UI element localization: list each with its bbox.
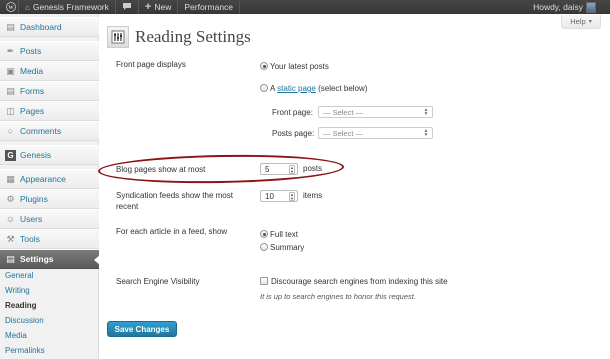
sidebar-item-appearance[interactable]: ▦ Appearance (0, 169, 99, 189)
comment-bubble-icon (122, 2, 132, 13)
submenu-writing[interactable]: Writing (5, 286, 30, 295)
site-name-link[interactable]: ⌂ Genesis Framework (19, 0, 115, 14)
select-arrows-icon: ▲ ▼ (423, 128, 429, 138)
sidebar-item-dashboard[interactable]: ▤ Dashboard (0, 17, 99, 37)
submenu-media[interactable]: Media (5, 331, 27, 340)
admin-sidebar: ▤ Dashboard ✒ Posts ▣ Media ▤ Forms ◫ Pages ○… (0, 14, 100, 359)
sidebar-item-plugins[interactable]: ⚙ Plugins (0, 189, 99, 209)
submenu-discussion[interactable]: Discussion (5, 316, 44, 325)
genesis-icon: G (5, 149, 16, 161)
radio-summary-label: Summary (270, 243, 305, 252)
avatar (586, 1, 596, 13)
comments-link[interactable] (116, 0, 138, 14)
plus-icon: + (144, 1, 152, 13)
sidebar-item-users[interactable]: ☺ Users (0, 209, 99, 229)
media-icon: ▣ (6, 65, 15, 76)
select-value: — Select — (323, 107, 364, 117)
radio-latest-posts-label: Your latest posts (270, 62, 329, 71)
radio-full-text[interactable] (260, 230, 268, 238)
front-page-select[interactable]: — Select — ▲ ▼ (318, 106, 433, 118)
sidebar-item-label: Dashboard (20, 22, 62, 32)
howdy-label: Howdy, daisy (533, 2, 583, 12)
sidebar-item-genesis[interactable]: G Genesis (0, 145, 99, 165)
syndication-label: Syndication feeds show the most recent (116, 191, 233, 211)
help-tab[interactable]: Help ▾ (561, 15, 601, 29)
discourage-search-checkbox[interactable] (260, 277, 268, 285)
dashboard-icon: ▤ (6, 21, 15, 32)
select-arrows-icon: ▲ ▼ (423, 107, 429, 117)
radio-latest-posts[interactable] (260, 62, 268, 70)
sidebar-item-label: Genesis (20, 150, 52, 160)
tools-icon: ⚒ (6, 233, 15, 244)
front-page-select-label: Front page: (272, 108, 313, 117)
sidebar-item-label: Tools (20, 234, 40, 244)
highlight-annotation (97, 152, 345, 186)
submenu-permalinks[interactable]: Permalinks (5, 346, 45, 355)
settings-icon: ▤ (6, 253, 15, 264)
feed-article-label: For each article in a feed, show (116, 227, 228, 236)
site-name-label: Genesis Framework (32, 2, 109, 12)
forms-icon: ▤ (6, 85, 15, 96)
users-icon: ☺ (5, 214, 16, 224)
sidebar-item-label: Settings (20, 254, 54, 264)
search-visibility-hint: It is up to search engines to honor this… (260, 292, 416, 301)
sidebar-item-media[interactable]: ▣ Media (0, 61, 99, 81)
radio-full-text-label: Full text (270, 230, 299, 239)
sidebar-item-comments[interactable]: ○ Comments (0, 121, 99, 141)
items-unit-label: items (303, 191, 323, 200)
syndication-items-input[interactable]: 10 ▲ ▼ (260, 190, 298, 202)
posts-page-select[interactable]: — Select — ▲ ▼ (318, 127, 433, 139)
sidebar-item-posts[interactable]: ✒ Posts (0, 41, 99, 61)
front-page-displays-label: Front page displays (116, 60, 186, 69)
wordpress-logo-icon[interactable]: W (4, 0, 18, 14)
search-visibility-label: Search Engine Visibility (116, 277, 200, 286)
sidebar-item-pages[interactable]: ◫ Pages (0, 101, 99, 121)
save-changes-button[interactable]: Save Changes (107, 321, 177, 337)
page-title: Reading Settings (135, 27, 251, 46)
sidebar-item-label: Forms (20, 86, 45, 96)
radio-summary[interactable] (260, 243, 268, 251)
select-value: — Select — (323, 128, 364, 138)
sidebar-item-label: Pages (20, 106, 45, 116)
posts-page-select-label: Posts page: (272, 129, 315, 138)
appearance-icon: ▦ (6, 173, 15, 184)
sidebar-item-label: Posts (20, 46, 42, 56)
sidebar-item-label: Users (20, 214, 43, 224)
radio-static-page[interactable] (260, 84, 268, 92)
pages-icon: ◫ (6, 105, 15, 116)
plugins-icon: ⚙ (6, 193, 15, 204)
new-label: New (154, 2, 172, 12)
admin-bar: W ⌂ Genesis Framework + New Performance … (0, 0, 610, 14)
home-icon: ⌂ (25, 2, 30, 12)
radio-static-page-label: A static page (select below) (270, 83, 367, 94)
sidebar-item-settings[interactable]: ▤ Settings (0, 249, 100, 269)
user-account-menu[interactable]: Howdy, daisy (533, 0, 596, 14)
sidebar-item-tools[interactable]: ⚒ Tools (0, 229, 99, 249)
submenu-general[interactable]: General (5, 271, 33, 280)
static-prefix: A (270, 84, 275, 93)
settings-page-icon (107, 26, 129, 48)
chevron-down-icon: ▾ (588, 19, 592, 25)
performance-label: Performance (184, 2, 234, 12)
sidebar-item-label: Media (20, 66, 44, 76)
submenu-reading[interactable]: Reading (5, 301, 37, 310)
static-suffix: (select below) (318, 84, 368, 93)
sidebar-item-label: Plugins (20, 194, 48, 204)
svg-text:W: W (8, 5, 14, 11)
sidebar-item-label: Comments (20, 126, 62, 136)
discourage-search-label: Discourage search engines from indexing … (271, 277, 448, 286)
help-label: Help (570, 17, 586, 26)
comments-icon: ○ (7, 126, 14, 136)
spinner-icon[interactable]: ▲ ▼ (289, 192, 295, 201)
syndication-items-value: 10 (265, 191, 274, 201)
sidebar-item-forms[interactable]: ▤ Forms (0, 81, 99, 101)
pushpin-icon: ✒ (6, 45, 15, 56)
static-page-link[interactable]: static page (277, 84, 316, 93)
new-content-link[interactable]: + New (139, 0, 177, 14)
performance-link[interactable]: Performance (178, 0, 239, 14)
sidebar-item-label: Appearance (20, 174, 66, 184)
